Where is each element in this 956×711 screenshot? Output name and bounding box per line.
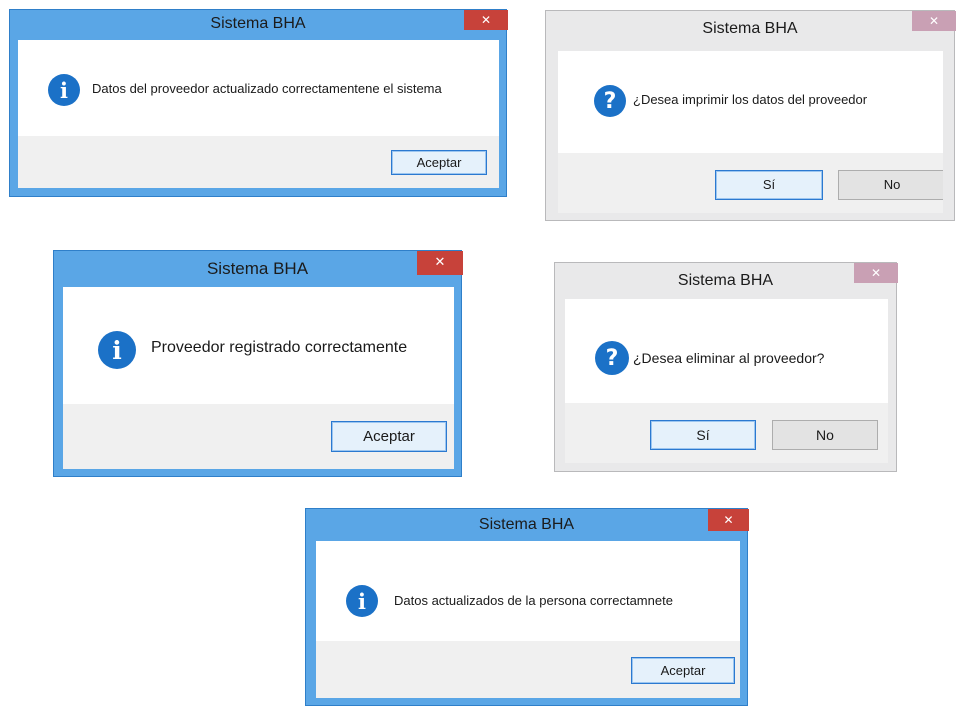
info-icon: i — [346, 585, 378, 617]
dialog-confirm-delete: Sistema BHA ✕ ? ¿Desea eliminar al prove… — [554, 262, 898, 472]
button-bar: Aceptar — [316, 641, 740, 698]
dialog-message: ¿Desea imprimir los datos del proveedor — [633, 92, 868, 107]
button-bar: Sí No — [565, 403, 888, 463]
question-icon: ? — [595, 341, 629, 375]
si-button[interactable]: Sí — [715, 170, 823, 200]
no-button[interactable]: No — [772, 420, 878, 450]
info-icon: i — [48, 74, 80, 106]
question-icon: ? — [594, 85, 626, 117]
dialog-message: Proveedor registrado correctamente — [151, 339, 408, 356]
aceptar-button[interactable]: Aceptar — [391, 150, 487, 175]
si-button[interactable]: Sí — [650, 420, 756, 450]
dialog-title: Sistema BHA — [702, 20, 798, 37]
close-button[interactable]: ✕ — [708, 509, 749, 531]
title-bar[interactable]: Sistema BHA ✕ — [10, 10, 508, 40]
button-bar: Sí No — [558, 153, 943, 213]
dialog-message: Datos actualizados de la persona correct… — [394, 593, 673, 608]
dialog-message: Datos del proveedor actualizado correcta… — [92, 81, 442, 96]
dialog-message: ¿Desea eliminar al proveedor? — [633, 350, 825, 366]
info-icon: i — [98, 331, 136, 369]
dialog-title: Sistema BHA — [677, 272, 774, 289]
close-button[interactable]: ✕ — [854, 263, 898, 283]
button-bar: Aceptar — [18, 136, 499, 188]
title-bar[interactable]: Sistema BHA ✕ — [546, 11, 956, 41]
close-button[interactable]: ✕ — [417, 251, 463, 275]
button-bar: Aceptar — [63, 404, 454, 469]
title-bar[interactable]: Sistema BHA ✕ — [555, 263, 898, 293]
dialog-confirm-print: Sistema BHA ✕ ? ¿Desea imprimir los dato… — [545, 10, 956, 221]
aceptar-button[interactable]: Aceptar — [631, 657, 735, 684]
dialog-info-updated: Sistema BHA ✕ i Datos del proveedor actu… — [9, 9, 508, 197]
dialog-title: Sistema BHA — [478, 516, 575, 533]
dialog-body: i Proveedor registrado correctamente Ace… — [63, 287, 454, 469]
dialog-body: ? ¿Desea imprimir los datos del proveedo… — [558, 51, 943, 213]
title-bar[interactable]: Sistema BHA ✕ — [54, 251, 463, 287]
title-bar[interactable]: Sistema BHA ✕ — [306, 509, 749, 539]
dialog-body: i Datos del proveedor actualizado correc… — [18, 40, 499, 188]
no-button[interactable]: No — [838, 170, 943, 200]
dialog-title: Sistema BHA — [206, 259, 309, 278]
dialog-body: ? ¿Desea eliminar al proveedor? Sí No — [565, 299, 888, 463]
dialog-info-person-updated: Sistema BHA ✕ i Datos actualizados de la… — [305, 508, 749, 706]
dialog-body: i Datos actualizados de la persona corre… — [316, 541, 740, 698]
close-button[interactable]: ✕ — [464, 10, 508, 30]
close-button[interactable]: ✕ — [912, 11, 956, 31]
dialog-info-registered: Sistema BHA ✕ i Proveedor registrado cor… — [53, 250, 463, 477]
aceptar-button[interactable]: Aceptar — [331, 421, 447, 452]
dialog-title: Sistema BHA — [210, 15, 306, 32]
